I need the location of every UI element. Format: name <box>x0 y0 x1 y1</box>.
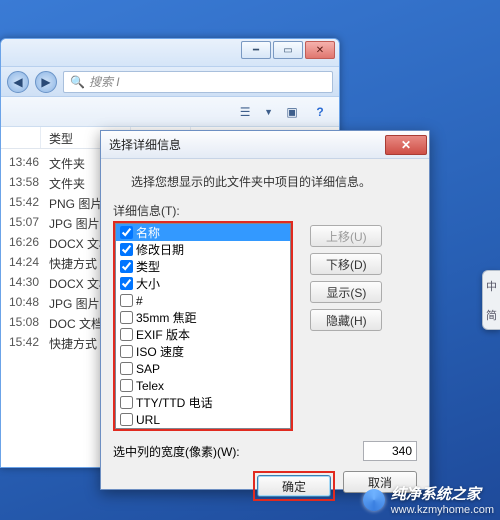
move-up-button[interactable]: 上移(U) <box>310 225 382 247</box>
list-item-label: ISO 速度 <box>136 343 184 360</box>
list-item[interactable]: # <box>116 292 290 309</box>
width-label: 选中列的宽度(像素)(W): <box>113 443 240 460</box>
list-item[interactable]: SAP <box>116 360 290 377</box>
dialog-instruction: 选择您想显示的此文件夹中项目的详细信息。 <box>131 173 417 190</box>
list-item-label: Telex <box>136 379 164 393</box>
ime-mode-2: 简 <box>486 307 497 323</box>
chevron-down-icon[interactable]: ▼ <box>264 107 273 117</box>
list-item-checkbox[interactable] <box>120 260 133 273</box>
list-item-label: 类型 <box>136 258 160 275</box>
list-item-label: URL <box>136 413 160 427</box>
list-item[interactable]: 类型 <box>116 258 290 275</box>
nav-forward-button[interactable]: ▶ <box>35 71 57 93</box>
list-item[interactable]: TTY/TTD 电话 <box>116 394 290 411</box>
move-down-button[interactable]: 下移(D) <box>310 253 382 275</box>
watermark: 纯净系统之家 www.kzmyhome.com <box>363 483 494 516</box>
list-item-checkbox[interactable] <box>120 413 133 426</box>
watermark-brand: 纯净系统之家 <box>391 486 481 503</box>
width-input[interactable] <box>363 441 417 461</box>
list-item-checkbox[interactable] <box>120 345 133 358</box>
list-item[interactable]: 35mm 焦距 <box>116 309 290 326</box>
list-item[interactable]: 大小 <box>116 275 290 292</box>
dialog-close-button[interactable]: ✕ <box>385 135 427 155</box>
explorer-titlebar: ━ ▭ ✕ <box>1 39 339 67</box>
choose-details-dialog: 选择详细信息 ✕ 选择您想显示的此文件夹中项目的详细信息。 详细信息(T): 名… <box>100 130 430 490</box>
close-button[interactable]: ✕ <box>305 41 335 59</box>
list-item-checkbox[interactable] <box>120 328 133 341</box>
hide-button[interactable]: 隐藏(H) <box>310 309 382 331</box>
view-list-icon[interactable]: ☰ <box>236 104 254 120</box>
list-item-label: SAP <box>136 362 160 376</box>
maximize-button[interactable]: ▭ <box>273 41 303 59</box>
search-input[interactable]: 🔍 搜索 I <box>63 71 333 93</box>
help-icon[interactable]: ? <box>311 104 329 120</box>
list-item-label: # <box>136 294 143 308</box>
list-item[interactable]: URL <box>116 411 290 428</box>
list-item-label: 名称 <box>136 224 160 241</box>
list-item-checkbox[interactable] <box>120 277 133 290</box>
ime-mode-1: 中 <box>486 278 497 294</box>
list-item[interactable]: EXIF 版本 <box>116 326 290 343</box>
list-item[interactable]: 名称 <box>116 224 290 241</box>
details-listbox[interactable]: 名称修改日期类型大小 #35mm 焦距EXIF 版本ISO 速度 SAP TelexT… <box>115 223 291 429</box>
watermark-url: www.kzmyhome.com <box>391 504 494 516</box>
dialog-title: 选择详细信息 <box>109 136 181 153</box>
list-item-checkbox[interactable] <box>120 311 133 324</box>
list-item-label: 修改日期 <box>136 241 184 258</box>
list-item-label: TTY/TTD 电话 <box>136 394 213 411</box>
ok-button-highlight: 确定 <box>253 471 335 501</box>
minimize-button[interactable]: ━ <box>241 41 271 59</box>
dialog-titlebar: 选择详细信息 ✕ <box>101 131 429 159</box>
list-item-checkbox[interactable] <box>120 243 133 256</box>
search-placeholder: 搜索 I <box>89 73 120 90</box>
list-item-label: 大小 <box>136 275 160 292</box>
list-item-checkbox[interactable] <box>120 294 133 307</box>
ime-gadget[interactable]: 中 简 <box>482 270 500 330</box>
search-icon: 🔍 <box>70 75 85 89</box>
details-list-highlight: 名称修改日期类型大小 #35mm 焦距EXIF 版本ISO 速度 SAP TelexT… <box>113 221 293 431</box>
ok-button[interactable]: 确定 <box>257 475 331 497</box>
show-button[interactable]: 显示(S) <box>310 281 382 303</box>
list-item-checkbox[interactable] <box>120 379 133 392</box>
list-item[interactable]: 白平衡 <box>116 428 290 429</box>
list-item[interactable]: ISO 速度 <box>116 343 290 360</box>
list-item-label: 白平衡 <box>136 428 172 429</box>
list-item-checkbox[interactable] <box>120 226 133 239</box>
list-item[interactable]: 修改日期 <box>116 241 290 258</box>
watermark-logo-icon <box>363 489 385 511</box>
list-item-label: 35mm 焦距 <box>136 309 197 326</box>
list-item-label: EXIF 版本 <box>136 326 190 343</box>
dialog-side-buttons: 上移(U) 下移(D) 显示(S) 隐藏(H) <box>310 221 382 337</box>
preview-pane-icon[interactable]: ▣ <box>283 104 301 120</box>
details-list-label: 详细信息(T): <box>113 202 417 219</box>
explorer-toolbar: ☰ ▼ ▣ ? <box>1 97 339 127</box>
nav-back-button[interactable]: ◀ <box>7 71 29 93</box>
list-item-checkbox[interactable] <box>120 362 133 375</box>
column-width-row: 选中列的宽度(像素)(W): <box>113 441 417 461</box>
list-item[interactable]: Telex <box>116 377 290 394</box>
explorer-address-bar: ◀ ▶ 🔍 搜索 I <box>1 67 339 97</box>
list-item-checkbox[interactable] <box>120 396 133 409</box>
